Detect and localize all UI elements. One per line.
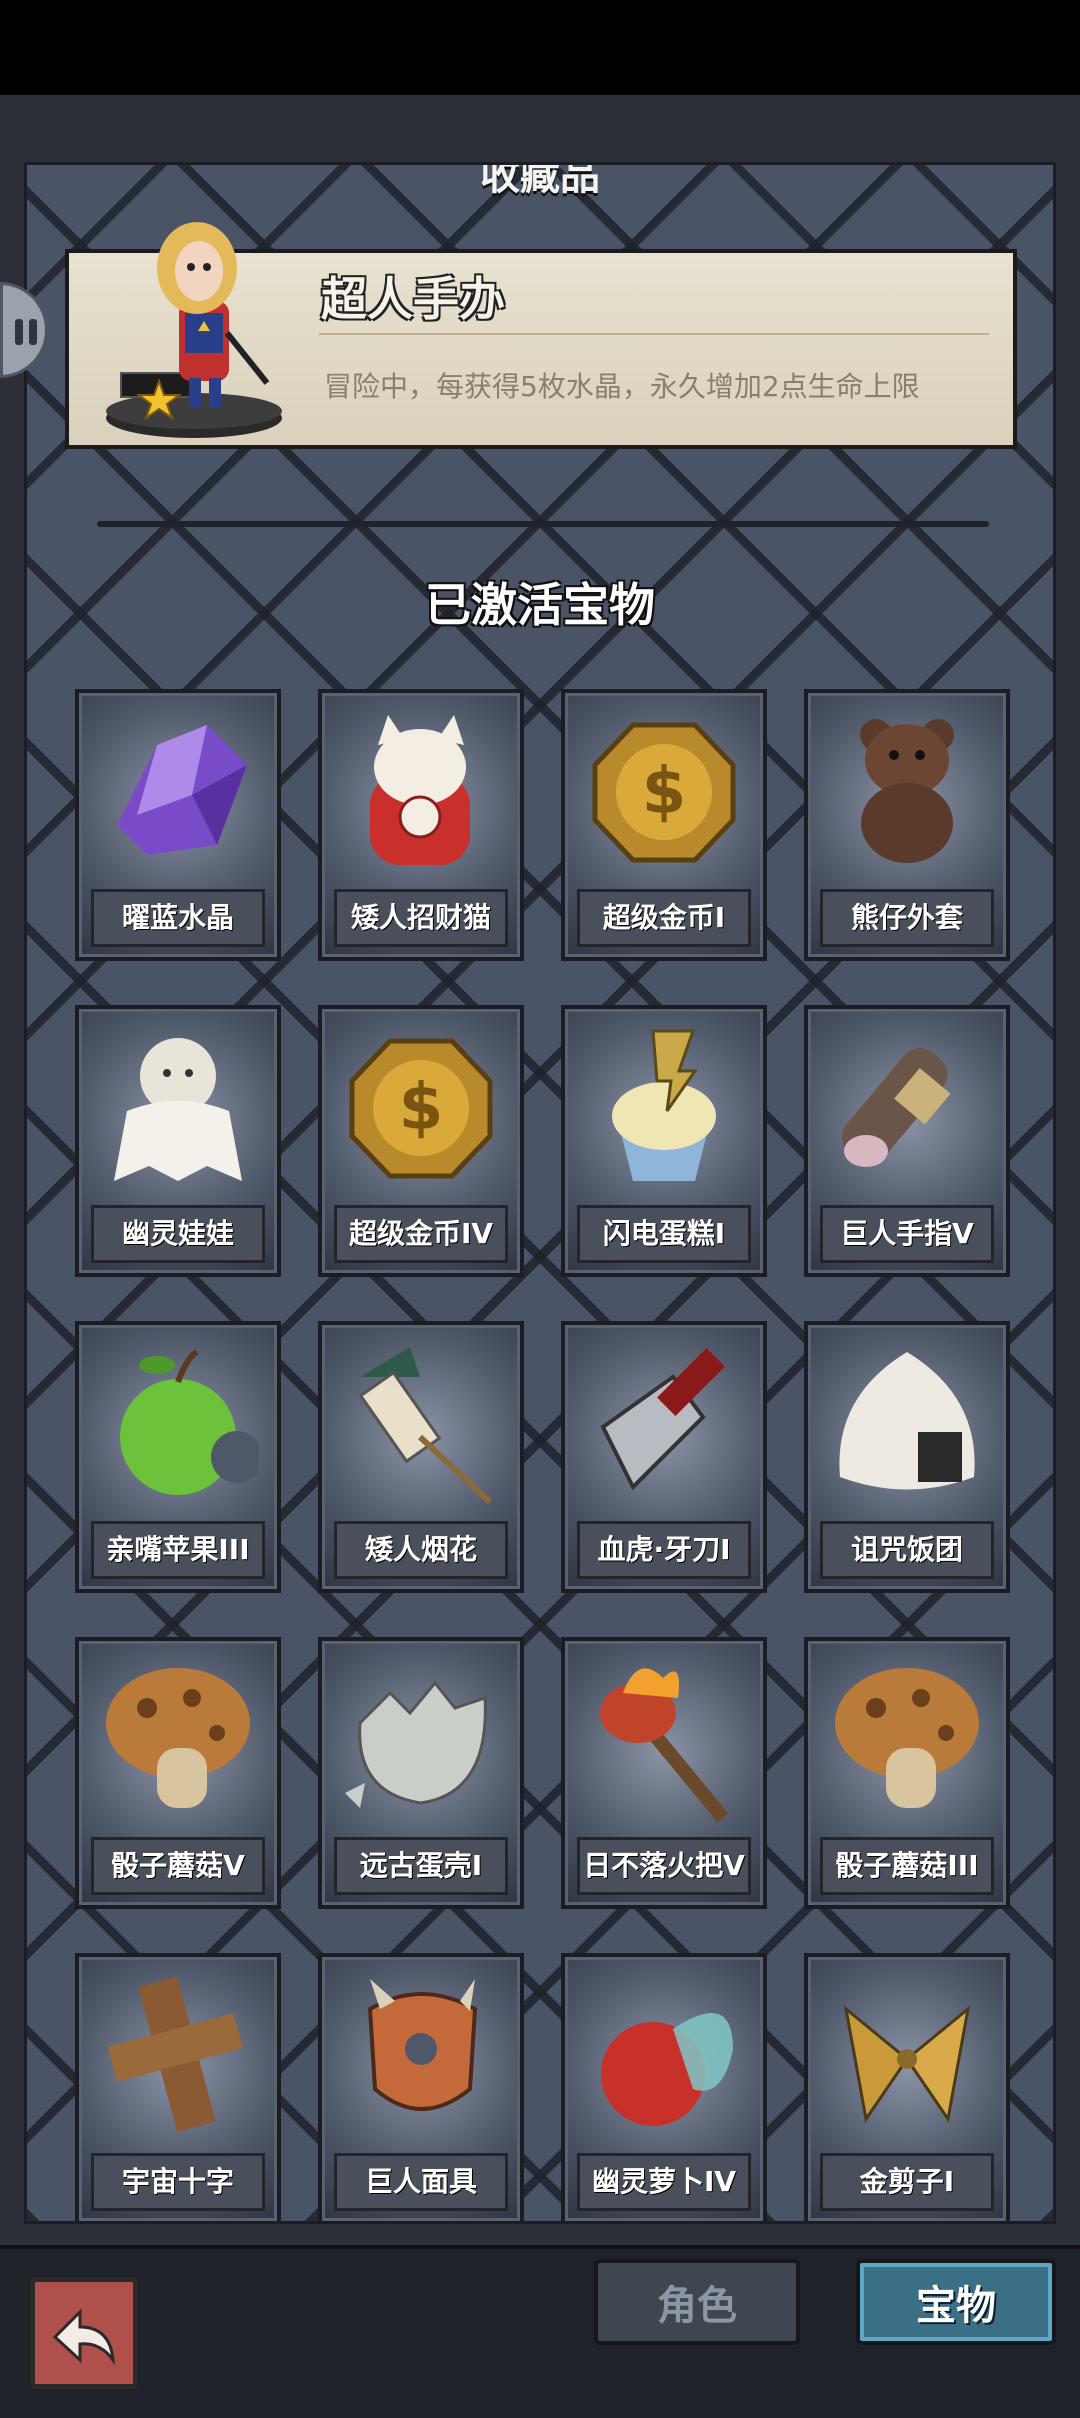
- purple-crystal-icon: [117, 725, 247, 855]
- firework-icon: [358, 1347, 493, 1505]
- gold-coin-icon: $: [349, 1038, 493, 1179]
- section-title: 已激活宝物: [425, 578, 655, 632]
- treasure-slot[interactable]: 巨人面具: [318, 1953, 524, 2221]
- giant-mask-icon: [367, 1979, 478, 2111]
- treasure-label: 闪电蛋糕I: [577, 1205, 751, 1263]
- treasure-slot[interactable]: $ 超级金币I: [561, 689, 767, 961]
- back-button[interactable]: [30, 2277, 138, 2389]
- lucky-cat-icon: [370, 715, 470, 865]
- treasure-label: 超级金币I: [577, 889, 751, 947]
- treasure-label: 幽灵娃娃: [91, 1205, 265, 1263]
- featured-item-description: 冒险中，每获得5枚水晶，永久增加2点生命上限: [324, 370, 920, 403]
- eggshell-icon: [345, 1680, 487, 1808]
- teddy-bear-icon: [860, 719, 954, 863]
- treasure-label: 曜蓝水晶: [91, 889, 265, 947]
- treasure-label: 骰子蘑菇III: [820, 1837, 994, 1895]
- treasure-label: 诅咒饭团: [820, 1521, 994, 1579]
- pause-icon: [15, 319, 23, 345]
- treasure-label: 骰子蘑菇V: [91, 1837, 265, 1895]
- treasure-slot[interactable]: 诅咒饭团: [804, 1321, 1010, 1593]
- ghost-radish-icon: [601, 2013, 733, 2126]
- giant-finger-icon: [841, 1048, 951, 1167]
- treasure-slot[interactable]: 宇宙十字: [75, 1953, 281, 2221]
- treasure-slot[interactable]: 矮人招财猫: [318, 689, 524, 961]
- treasure-label: 矮人招财猫: [334, 889, 508, 947]
- return-arrow-icon: [52, 2308, 115, 2366]
- golden-scissors-icon: [843, 2005, 971, 2123]
- section-divider: [97, 521, 989, 527]
- treasure-slot[interactable]: 巨人手指V: [804, 1005, 1010, 1277]
- superhero-figure-icon: [106, 222, 282, 438]
- cleaver-icon: [600, 1348, 725, 1491]
- svg-text:$: $: [642, 755, 687, 829]
- lightning-cupcake-icon: [612, 1029, 716, 1181]
- mushroom-icon: [835, 1668, 979, 1808]
- bottom-bar: 角色 宝物: [0, 2245, 1080, 2418]
- treasure-slot[interactable]: 曜蓝水晶: [75, 689, 281, 961]
- ghost-doll-icon: [114, 1038, 242, 1181]
- treasure-label: 巨人手指V: [820, 1205, 994, 1263]
- treasure-slot[interactable]: $ 超级金币IV: [318, 1005, 524, 1277]
- treasure-label: 日不落火把V: [577, 1837, 751, 1895]
- treasure-slot[interactable]: 日不落火把V: [561, 1637, 767, 1909]
- treasure-slot[interactable]: 亲嘴苹果III: [75, 1321, 281, 1593]
- torch-icon: [600, 1668, 729, 1823]
- treasure-slot[interactable]: 闪电蛋糕I: [561, 1005, 767, 1277]
- tab-role[interactable]: 角色: [594, 2259, 800, 2345]
- treasure-slot[interactable]: 远古蛋壳I: [318, 1637, 524, 1909]
- status-bar: [0, 0, 1080, 95]
- treasure-label: 远古蛋壳I: [334, 1837, 508, 1895]
- treasure-slot[interactable]: 血虎·牙刀I: [561, 1321, 767, 1593]
- green-apple-icon: [120, 1349, 259, 1495]
- treasure-slot[interactable]: 熊仔外套: [804, 689, 1010, 961]
- panel-title: 收藏品: [480, 162, 600, 199]
- gold-coin-icon: $: [592, 722, 736, 863]
- treasure-slot[interactable]: 金剪子I: [804, 1953, 1010, 2221]
- treasure-label: 亲嘴苹果III: [91, 1521, 265, 1579]
- wooden-cross-icon: [107, 1976, 243, 2132]
- treasure-label: 熊仔外套: [820, 889, 994, 947]
- rice-ball-icon: [839, 1352, 975, 1490]
- treasure-slot[interactable]: 骰子蘑菇V: [75, 1637, 281, 1909]
- treasure-slot[interactable]: 骰子蘑菇III: [804, 1637, 1010, 1909]
- treasure-label: 宇宙十字: [91, 2153, 265, 2211]
- treasure-slot[interactable]: 矮人烟花: [318, 1321, 524, 1593]
- treasure-slot[interactable]: 幽灵娃娃: [75, 1005, 281, 1277]
- treasure-slot[interactable]: 幽灵萝卜IV: [561, 1953, 767, 2221]
- treasure-label: 巨人面具: [334, 2153, 508, 2211]
- tab-treasure[interactable]: 宝物: [856, 2259, 1056, 2345]
- treasure-label: 矮人烟花: [334, 1521, 508, 1579]
- treasure-label: 血虎·牙刀I: [577, 1521, 751, 1579]
- featured-item-name: 超人手办: [321, 272, 505, 326]
- treasure-label: 金剪子I: [820, 2153, 994, 2211]
- treasure-label: 超级金币IV: [334, 1205, 508, 1263]
- featured-item-card: 超人手办 冒险中，每获得5枚水晶，永久增加2点生命上限: [65, 222, 1017, 449]
- collection-panel: 收藏品 超人手办 冒险中，每获得5枚水晶，永久增加2点生命上限 已激活宝物 曜蓝…: [24, 162, 1056, 2224]
- treasure-label: 幽灵萝卜IV: [577, 2153, 751, 2211]
- svg-text:$: $: [399, 1071, 444, 1145]
- mushroom-icon: [106, 1668, 250, 1808]
